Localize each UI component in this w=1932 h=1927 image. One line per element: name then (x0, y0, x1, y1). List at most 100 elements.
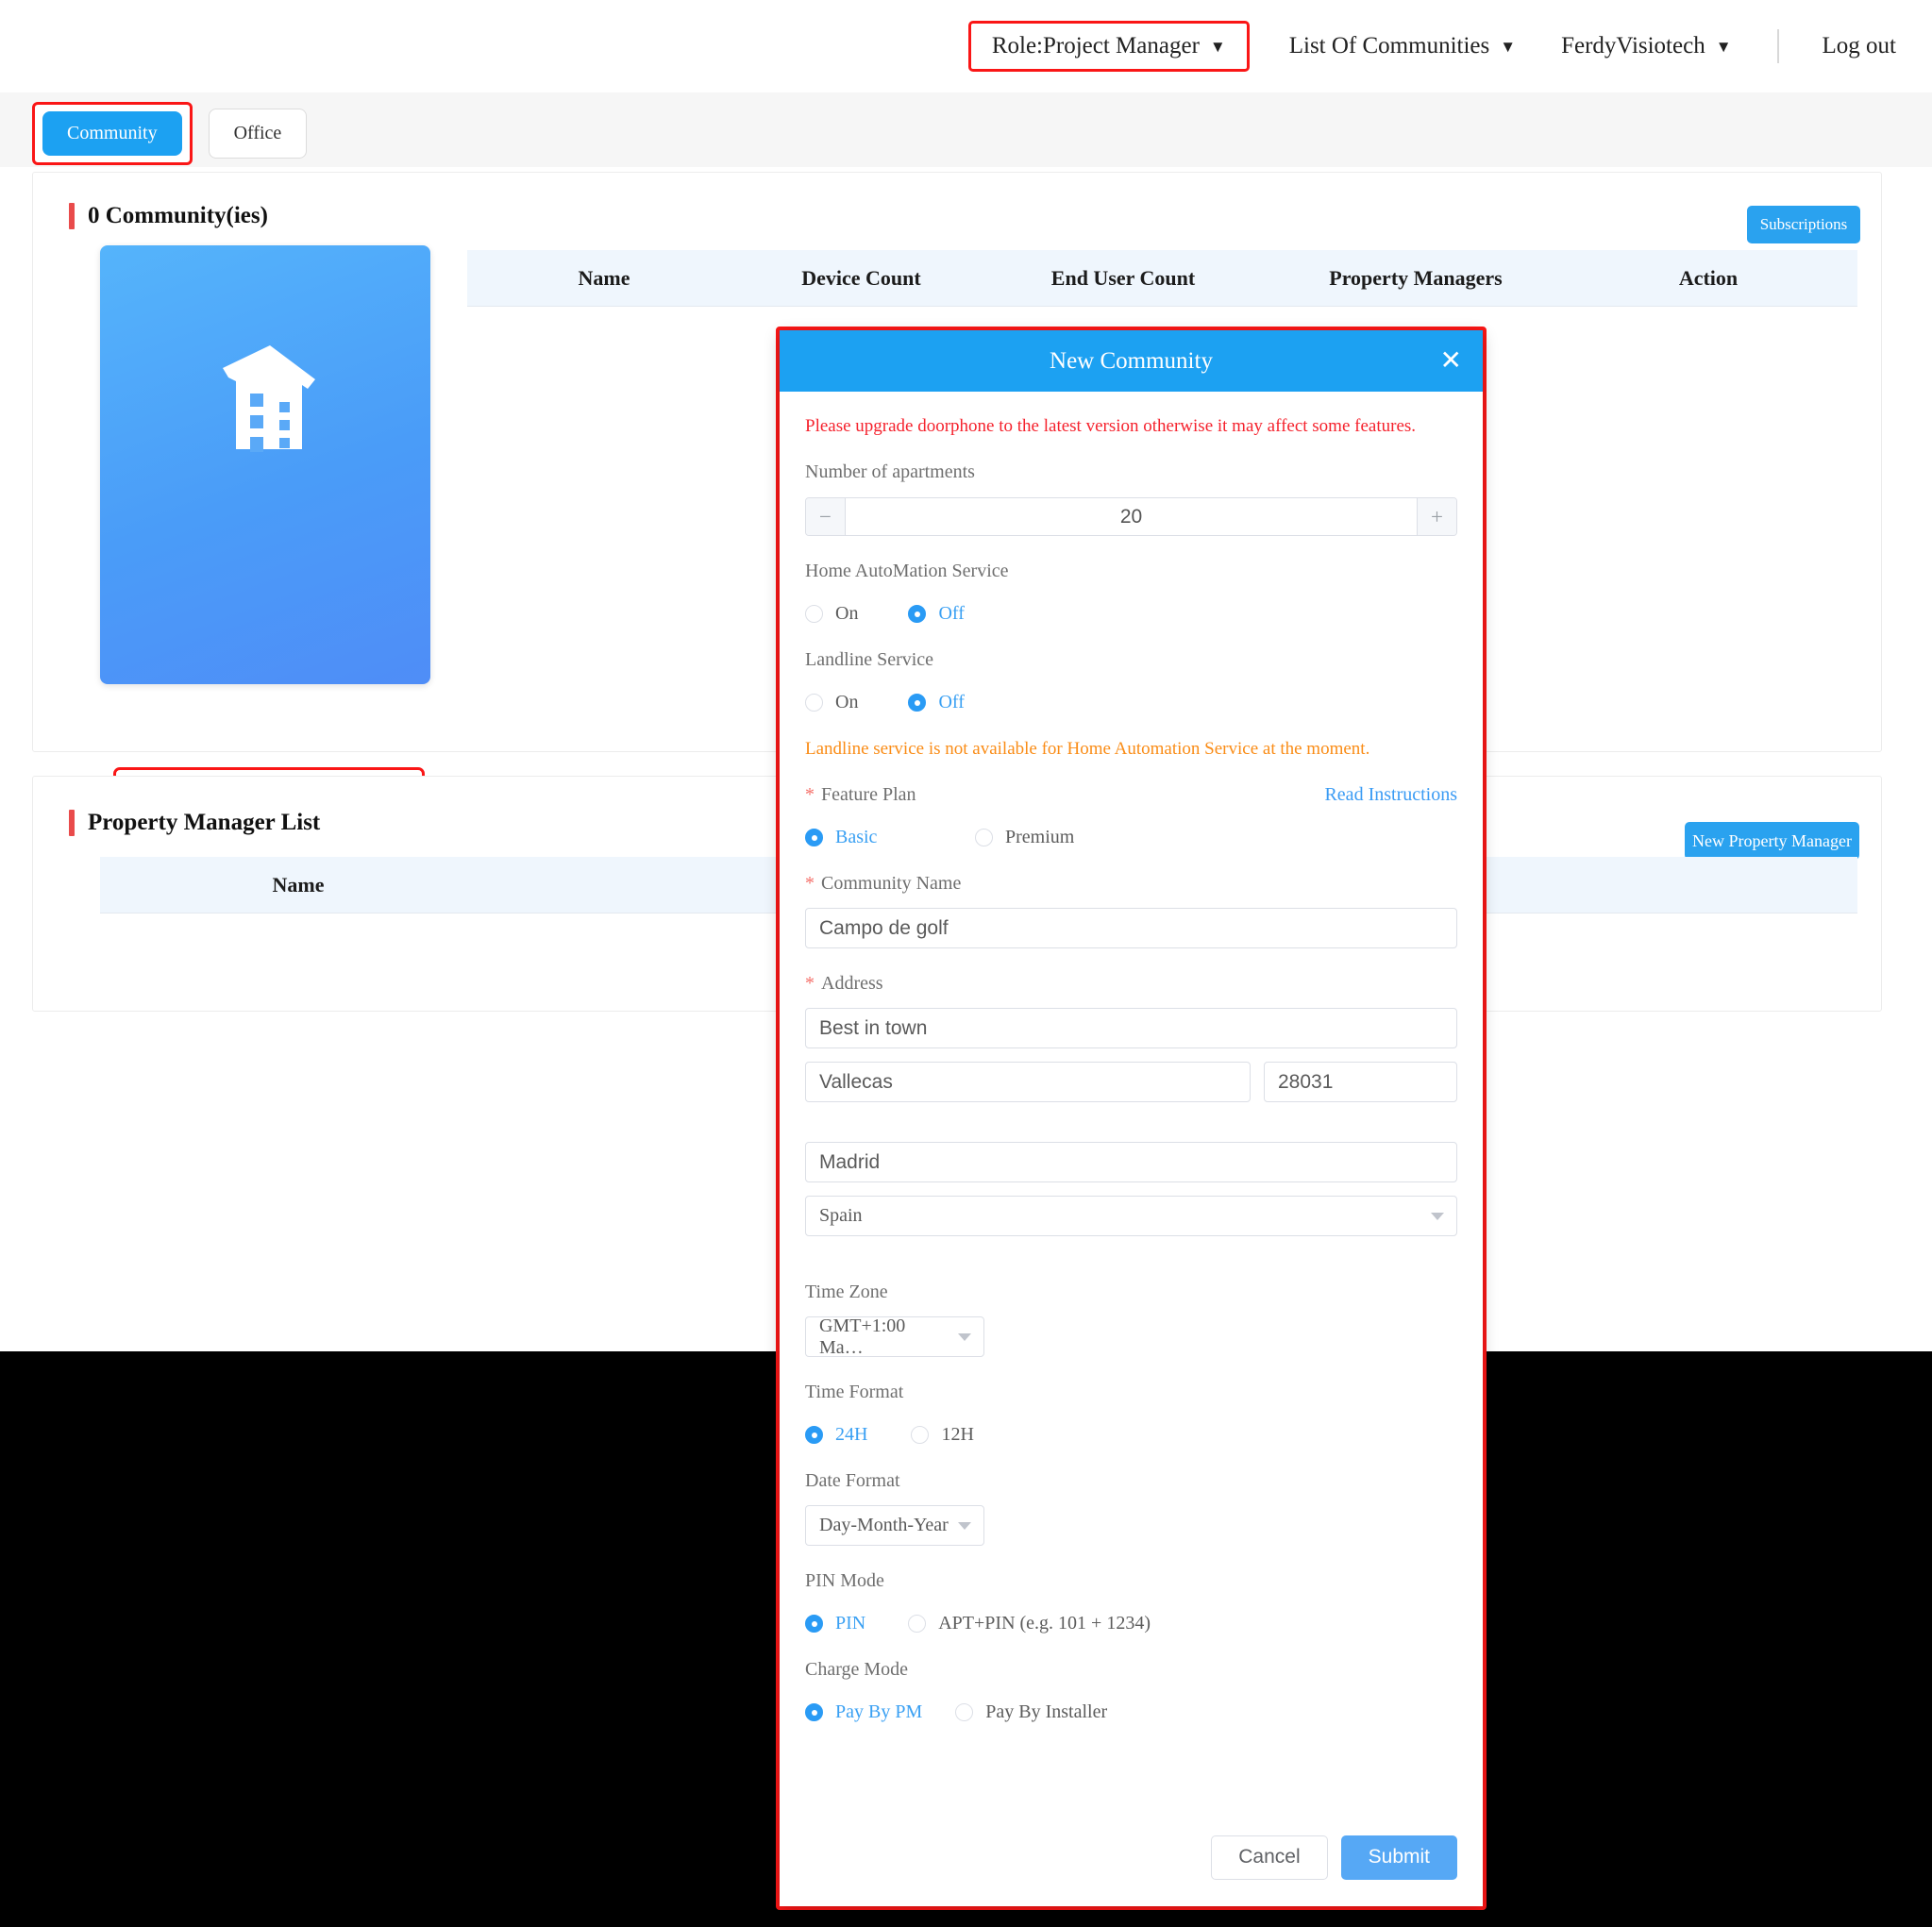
radio-icon (955, 1703, 974, 1721)
charge-mode-pay-by-pm-label: Pay By PM (835, 1701, 923, 1722)
pin-mode-apt-pin-label: APT+PIN (e.g. 101 + 1234) (938, 1613, 1151, 1634)
tab-community[interactable]: Community (42, 111, 182, 156)
tab-group: Community Office (32, 102, 308, 165)
column-header-device-count: Device Count (801, 265, 921, 290)
address-state-input[interactable] (805, 1142, 1457, 1182)
chevron-down-icon (958, 1521, 971, 1530)
address-zip-input[interactable] (1264, 1062, 1457, 1102)
read-instructions-link[interactable]: Read Instructions (1324, 784, 1457, 806)
property-manager-list-title: Property Manager List (69, 810, 320, 836)
nav-divider (1776, 29, 1779, 63)
time-format-option-24h[interactable]: 24H (805, 1424, 867, 1446)
new-community-card: New Download The Template (100, 245, 430, 891)
dialog-footer: Cancel Submit (780, 1808, 1483, 1906)
top-navigation-bar: Role:Project Manager ▼ List Of Communiti… (0, 0, 1932, 92)
feature-plan-label: Feature Plan (821, 784, 916, 805)
column-header-action: Action (1678, 265, 1739, 290)
feature-plan-option-premium[interactable]: Premium (975, 827, 1074, 848)
address-city-input[interactable] (805, 1062, 1251, 1102)
time-format-24h-label: 24H (835, 1424, 868, 1445)
time-format-option-12h[interactable]: 12H (911, 1424, 974, 1446)
upgrade-warning-text: Please upgrade doorphone to the latest v… (805, 416, 1417, 436)
landline-option-off[interactable]: Off (908, 692, 965, 713)
logout-button[interactable]: Log out (1823, 33, 1896, 59)
radio-icon-selected (805, 1703, 823, 1721)
pin-mode-option-apt-pin[interactable]: APT+PIN (e.g. 101 + 1234) (908, 1613, 1151, 1634)
community-name-label: Community Name (821, 873, 962, 894)
time-format-12h-label: 12H (941, 1424, 974, 1445)
column-header-end-user-count: End User Count (1050, 265, 1196, 290)
radio-icon-selected (805, 1426, 823, 1444)
home-automation-option-off[interactable]: Off (908, 603, 965, 625)
column-header-property-managers: Property Managers (1329, 265, 1503, 290)
submit-button[interactable]: Submit (1340, 1835, 1457, 1880)
feature-plan-label-wrap: * Feature Plan (805, 784, 916, 806)
chevron-down-icon: ▼ (1209, 38, 1226, 56)
chevron-down-icon: ▼ (1715, 38, 1732, 56)
date-format-label: Date Format (805, 1470, 900, 1491)
new-community-dialog: New Community ✕ Please upgrade doorphone… (780, 330, 1483, 1906)
time-zone-select[interactable]: GMT+1:00 Ma… (805, 1315, 984, 1358)
charge-mode-option-pay-by-pm[interactable]: Pay By PM (805, 1701, 922, 1723)
time-format-label: Time Format (805, 1382, 904, 1402)
tab-community-highlight: Community (32, 102, 193, 165)
subscriptions-button[interactable]: Subscriptions (1747, 206, 1860, 243)
apartments-value[interactable]: 20 (846, 498, 1417, 535)
new-property-manager-button[interactable]: New Property Manager (1685, 822, 1859, 860)
landline-radio-group: On Off (805, 692, 1457, 713)
property-manager-list-label: Property Manager List (88, 810, 321, 835)
community-count-label: 0 Community(ies) (88, 203, 268, 228)
home-automation-radio-group: On Off (805, 603, 1457, 625)
home-automation-option-on[interactable]: On (805, 603, 858, 625)
home-automation-off-label: Off (938, 603, 965, 624)
landline-off-label: Off (938, 692, 965, 712)
pm-column-header-name: Name (272, 872, 325, 896)
role-selector[interactable]: Role:Project Manager ▼ (967, 21, 1250, 72)
radio-icon (908, 1615, 927, 1633)
pin-mode-label: PIN Mode (805, 1570, 884, 1591)
radio-icon-selected (805, 1615, 823, 1633)
community-name-input[interactable] (805, 908, 1457, 948)
feature-plan-radio-group: Basic Premium (805, 827, 1457, 848)
radio-icon-selected (908, 605, 927, 623)
community-table-header: Name Device Count End User Count Propert… (467, 250, 1857, 307)
radio-icon-selected (908, 694, 927, 712)
cancel-button[interactable]: Cancel (1211, 1835, 1328, 1880)
tab-strip: Community Office (0, 92, 1932, 167)
time-format-radio-group: 24H 12H (805, 1424, 1457, 1446)
dialog-header: New Community ✕ (780, 330, 1483, 392)
home-automation-on-label: On (835, 603, 859, 624)
building-icon (210, 344, 321, 459)
list-of-communities-menu[interactable]: List Of Communities ▼ (1289, 33, 1516, 59)
title-accent-bar (69, 810, 75, 836)
pin-mode-pin-label: PIN (835, 1613, 866, 1634)
address-street-input[interactable] (805, 1008, 1457, 1048)
feature-plan-option-basic[interactable]: Basic (805, 827, 975, 848)
feature-plan-premium-label: Premium (1005, 827, 1075, 847)
address-country-select[interactable]: Spain (805, 1196, 1457, 1236)
charge-mode-option-pay-by-installer[interactable]: Pay By Installer (955, 1701, 1107, 1723)
apartments-stepper: − 20 + (805, 497, 1457, 536)
close-icon[interactable]: ✕ (1440, 347, 1462, 375)
landline-option-on[interactable]: On (805, 692, 858, 713)
account-menu[interactable]: FerdyVisiotech ▼ (1561, 33, 1731, 59)
chevron-down-icon (958, 1332, 971, 1341)
radio-icon (911, 1426, 930, 1444)
radio-icon (805, 694, 823, 712)
home-automation-label: Home AutoMation Service (805, 561, 1009, 581)
apartments-decrement-button[interactable]: − (806, 498, 846, 535)
address-label-row: * Address (805, 973, 1457, 995)
tab-office[interactable]: Office (208, 109, 308, 159)
address-city-zip-row (805, 1062, 1457, 1102)
feature-plan-basic-label: Basic (835, 827, 878, 847)
feature-plan-header: * Feature Plan Read Instructions (805, 784, 1457, 806)
date-format-select[interactable]: Day-Month-Year (805, 1505, 984, 1546)
pin-mode-option-pin[interactable]: PIN (805, 1613, 865, 1634)
radio-icon-selected (805, 829, 823, 846)
apartments-increment-button[interactable]: + (1417, 498, 1456, 535)
radio-icon (975, 829, 993, 846)
required-asterisk: * (805, 973, 815, 994)
charge-mode-label: Charge Mode (805, 1659, 909, 1680)
landline-label: Landline Service (805, 649, 934, 670)
chevron-down-icon: ▼ (1500, 38, 1517, 56)
